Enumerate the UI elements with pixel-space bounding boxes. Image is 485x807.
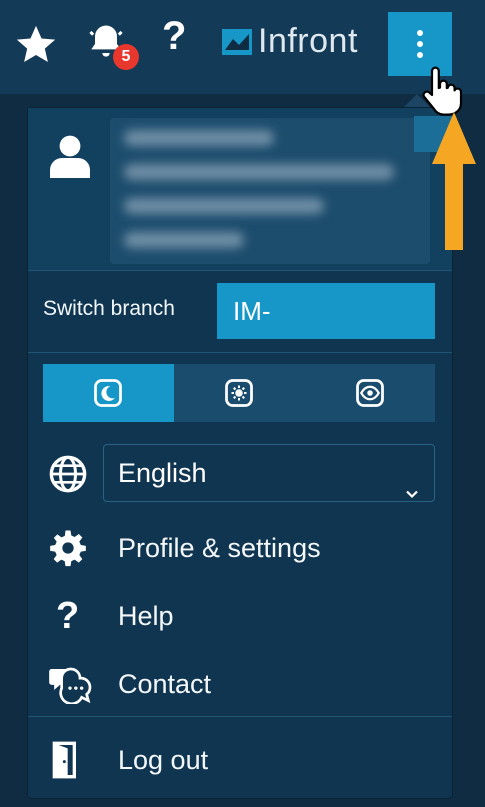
menu-item-contact[interactable]: Contact (48, 660, 211, 708)
menu-item-help[interactable]: ? Help (48, 592, 174, 640)
door-icon (48, 740, 98, 780)
logout-button[interactable]: Log out (48, 736, 208, 784)
language-value: English (118, 458, 207, 488)
menu-item-label: Profile & settings (118, 532, 321, 563)
help-icon[interactable]: ? (162, 14, 186, 59)
theme-light-button[interactable] (174, 364, 305, 422)
contrast-mode-icon (355, 379, 384, 407)
notification-count-badge: 5 (113, 44, 139, 70)
chat-icon (48, 664, 98, 704)
menu-item-profile-settings[interactable]: Profile & settings (48, 524, 321, 572)
top-bar: 5 ? Infront (0, 0, 485, 94)
language-select[interactable]: English (103, 444, 435, 502)
star-icon[interactable] (13, 22, 59, 73)
infront-logo: Infront (222, 22, 358, 61)
user-menu-panel: Switch branch IM- English Profile & sett… (28, 108, 452, 798)
theme-dark-button[interactable] (43, 364, 174, 422)
menu-item-label: Contact (118, 668, 212, 699)
globe-icon (48, 454, 88, 499)
dark-mode-icon (94, 379, 123, 407)
light-mode-icon (225, 379, 253, 407)
chevron-down-icon (404, 465, 420, 521)
infront-logo-icon (222, 28, 252, 55)
menu-item-label: Help (118, 600, 174, 631)
logout-label: Log out (118, 744, 209, 775)
switch-branch-label: Switch branch (43, 297, 175, 320)
branch-select[interactable]: IM- (217, 283, 435, 339)
theme-contrast-button[interactable] (304, 364, 435, 422)
more-vertical-icon (417, 30, 423, 36)
user-info-section (28, 108, 452, 270)
redacted-user-details (110, 118, 430, 264)
help-icon: ? (56, 594, 80, 637)
annotation-arrow-icon (432, 112, 476, 255)
gear-icon (48, 528, 98, 568)
user-icon (50, 134, 90, 183)
logo-text: Infront (258, 22, 358, 60)
theme-switcher (43, 364, 435, 422)
